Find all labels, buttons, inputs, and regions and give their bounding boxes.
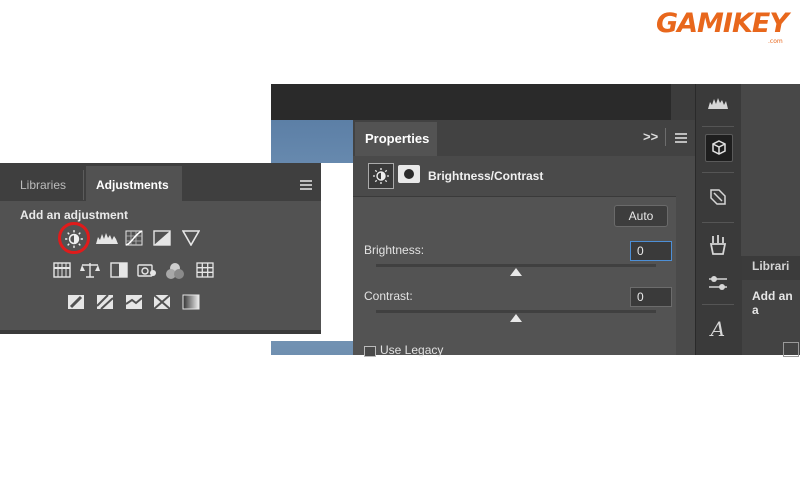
histogram-icon[interactable] — [705, 90, 731, 116]
contrast-field[interactable]: 0 — [630, 287, 672, 307]
selective-color-icon[interactable] — [152, 294, 172, 312]
exposure-icon[interactable] — [152, 230, 172, 248]
curves-icon[interactable] — [124, 230, 144, 248]
contrast-slider-thumb[interactable] — [510, 314, 522, 322]
levels-icon[interactable] — [783, 342, 799, 357]
gamikey-logo: GAMIKEY .com — [656, 8, 796, 45]
panel-frame — [321, 163, 353, 341]
tab-libraries[interactable]: Libraries — [20, 178, 66, 192]
gradient-map-icon[interactable] — [181, 294, 201, 312]
panel-menu-icon[interactable] — [675, 133, 687, 145]
toolbar-separator — [702, 222, 734, 223]
sliders-icon[interactable] — [705, 270, 731, 296]
character-icon[interactable]: A — [705, 316, 731, 342]
brushes-icon[interactable] — [705, 232, 731, 258]
use-legacy-checkbox[interactable] — [364, 346, 376, 357]
brightness-contrast-icon[interactable] — [368, 163, 394, 189]
levels-icon[interactable] — [95, 231, 119, 249]
collapse-panel-icon[interactable]: >> — [643, 129, 658, 144]
brightness-field[interactable]: 0 — [630, 241, 672, 261]
tab-adjustments-label: Adjustments — [96, 178, 169, 192]
right-gray-area — [741, 84, 800, 256]
adjustment-name: Brightness/Contrast — [428, 169, 544, 183]
brightness-slider-track[interactable] — [376, 264, 656, 267]
hue-saturation-icon[interactable] — [52, 262, 72, 280]
brightness-slider-thumb[interactable] — [510, 268, 522, 276]
highlight-circle — [58, 222, 90, 254]
right-libraries-tab-label: Librari — [752, 259, 790, 273]
threshold-icon[interactable] — [124, 294, 144, 312]
right-add-adjustment-label: Add an a — [752, 289, 793, 317]
channel-mixer-icon[interactable] — [165, 262, 185, 280]
logo-text: GAMIKEY — [656, 8, 789, 39]
adjustments-menu-icon[interactable] — [300, 180, 312, 192]
toolbar-separator — [702, 304, 734, 305]
toolbar-separator — [702, 126, 734, 127]
contrast-label: Contrast: — [364, 289, 413, 303]
photo-filter-icon[interactable] — [137, 262, 157, 280]
black-white-icon[interactable] — [109, 262, 129, 280]
vibrance-icon[interactable] — [181, 230, 201, 248]
logo-sub: .com — [768, 38, 783, 45]
adjustments-panel-bottom — [0, 330, 321, 334]
header-divider — [665, 128, 666, 146]
posterize-icon[interactable] — [95, 294, 115, 312]
paths-icon[interactable] — [705, 184, 731, 210]
layer-mask-icon[interactable] — [398, 165, 420, 183]
color-balance-icon[interactable] — [80, 262, 100, 280]
add-adjustment-label: Add an adjustment — [20, 208, 129, 222]
contrast-slider-track[interactable] — [376, 310, 656, 313]
toolbar-separator — [702, 172, 734, 173]
3d-cube-icon[interactable] — [705, 134, 733, 162]
auto-button[interactable]: Auto — [614, 205, 668, 227]
properties-tab-label: Properties — [365, 131, 430, 146]
tab-divider — [83, 170, 84, 200]
color-lookup-icon[interactable] — [195, 262, 215, 280]
workspace-top-bar — [271, 84, 671, 120]
invert-icon[interactable] — [66, 294, 86, 312]
panel-dock-toolbar: A — [695, 84, 743, 355]
brightness-label: Brightness: — [364, 243, 425, 257]
properties-scroll-strip — [676, 196, 695, 355]
use-legacy-label: Use Legacy — [380, 343, 444, 357]
